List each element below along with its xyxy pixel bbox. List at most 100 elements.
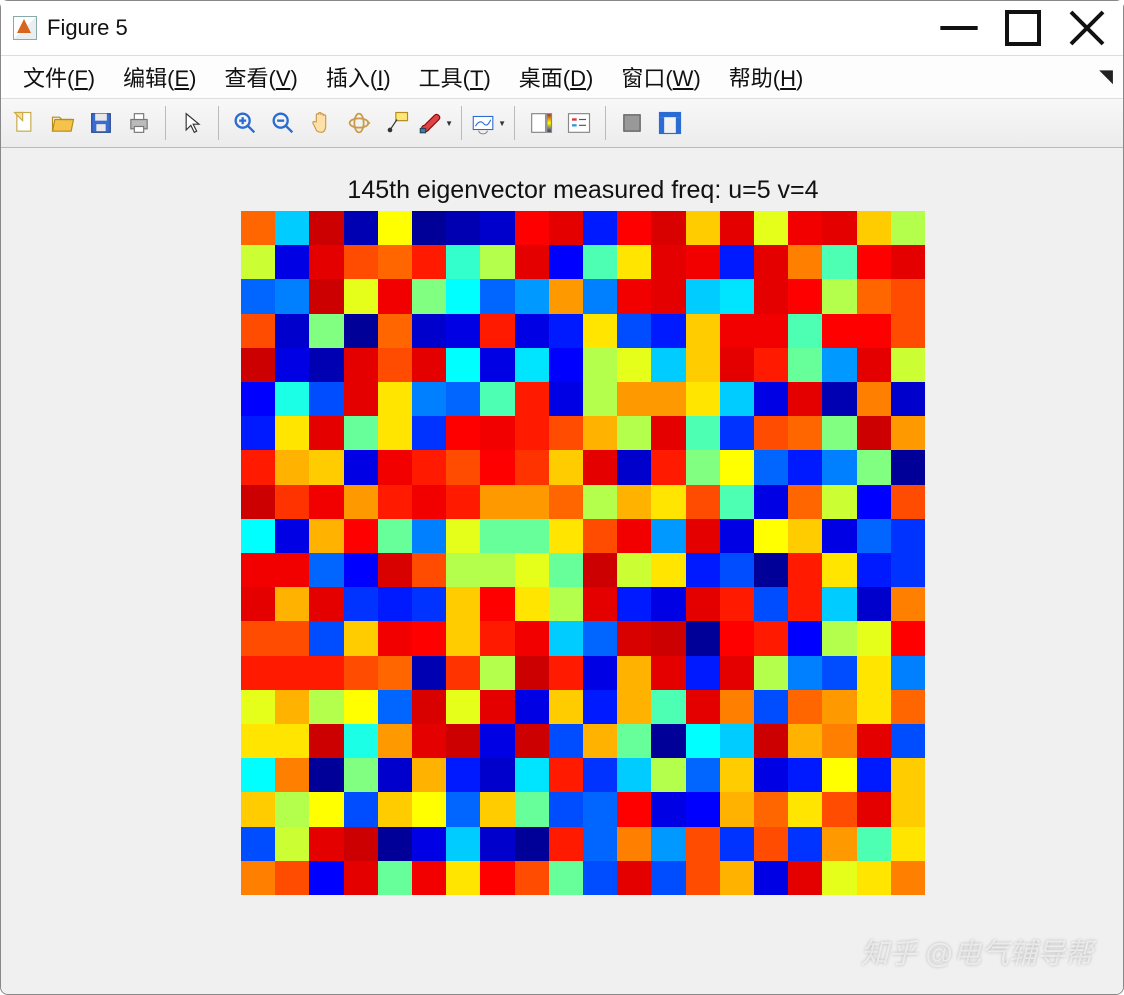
heatmap-cell	[275, 827, 309, 861]
heatmap-cell	[378, 587, 412, 621]
heatmap-cell	[378, 382, 412, 416]
heatmap-cell	[309, 279, 343, 313]
data-cursor-button[interactable]	[379, 105, 415, 141]
heatmap-cell	[651, 861, 685, 895]
heatmap-cell	[515, 485, 549, 519]
heatmap-cell	[549, 416, 583, 450]
heatmap-cell	[788, 827, 822, 861]
heatmap-cell	[344, 211, 378, 245]
heatmap-cell	[344, 724, 378, 758]
heatmap-cell	[617, 245, 651, 279]
axes-title: 145th eigenvector measured freq: u=5 v=4	[241, 176, 925, 205]
new-figure-button[interactable]	[7, 105, 43, 141]
heatmap-cell	[720, 348, 754, 382]
heatmap-cell	[241, 382, 275, 416]
heatmap-cell	[309, 348, 343, 382]
heatmap-cell	[788, 861, 822, 895]
heatmap-cell	[446, 450, 480, 484]
zoom-out-button[interactable]	[265, 105, 301, 141]
heatmap-cell	[275, 587, 309, 621]
menu-insert[interactable]: 插入(I)	[312, 57, 405, 97]
heatmap-cell	[686, 861, 720, 895]
menu-window[interactable]: 窗口(W)	[607, 57, 714, 97]
open-button[interactable]	[45, 105, 81, 141]
heatmap-cell	[549, 553, 583, 587]
toolbar-separator	[165, 106, 166, 140]
maximize-button[interactable]	[991, 4, 1055, 52]
minimize-button[interactable]	[927, 4, 991, 52]
heatmap-cell	[583, 758, 617, 792]
menu-view[interactable]: 查看(V)	[210, 57, 311, 97]
heatmap-cell	[344, 758, 378, 792]
heatmap-cell	[275, 245, 309, 279]
heatmap-cell	[549, 211, 583, 245]
heatmap-cell	[412, 690, 446, 724]
titlebar[interactable]: Figure 5	[1, 1, 1123, 55]
heatmap-cell	[754, 758, 788, 792]
pointer-button[interactable]	[174, 105, 210, 141]
heatmap-cell	[515, 519, 549, 553]
heatmap-cell	[275, 485, 309, 519]
menu-help[interactable]: 帮助(H)	[715, 57, 818, 97]
heatmap-cell	[480, 314, 514, 348]
colorbar-button[interactable]	[523, 105, 559, 141]
heatmap-cell	[617, 314, 651, 348]
heatmap-cell	[344, 621, 378, 655]
pointer-icon	[178, 109, 206, 137]
heatmap-cell	[549, 450, 583, 484]
heatmap-cell	[378, 314, 412, 348]
link-plot-button[interactable]: ▼	[470, 105, 506, 141]
heatmap-image[interactable]	[241, 211, 925, 895]
heatmap-cell	[480, 827, 514, 861]
heatmap-cell	[549, 519, 583, 553]
heatmap-cell	[275, 348, 309, 382]
heatmap-cell	[686, 656, 720, 690]
legend-button[interactable]	[561, 105, 597, 141]
heatmap-cell	[549, 690, 583, 724]
heatmap-cell	[583, 279, 617, 313]
heatmap-cell	[446, 314, 480, 348]
heatmap-cell	[344, 314, 378, 348]
brush-button[interactable]: ▼	[417, 105, 453, 141]
save-button[interactable]	[83, 105, 119, 141]
heatmap-cell	[686, 348, 720, 382]
menubar: 文件(F) 编辑(E) 查看(V) 插入(I) 工具(T) 桌面(D) 窗口(W…	[1, 55, 1123, 99]
heatmap-cell	[515, 279, 549, 313]
heatmap-cell	[583, 553, 617, 587]
heatmap-cell	[412, 416, 446, 450]
heatmap-cell	[412, 314, 446, 348]
close-button[interactable]	[1055, 4, 1119, 52]
heatmap-cell	[788, 450, 822, 484]
heatmap-cell	[617, 587, 651, 621]
heatmap-cell	[720, 416, 754, 450]
print-button[interactable]	[121, 105, 157, 141]
menu-edit[interactable]: 编辑(E)	[109, 57, 210, 97]
heatmap-cell	[651, 245, 685, 279]
dock-arrow-icon[interactable]: ◥	[1099, 66, 1113, 87]
heatmap-cell	[788, 485, 822, 519]
menu-tools[interactable]: 工具(T)	[405, 57, 505, 97]
heatmap-cell	[857, 861, 891, 895]
figure-area[interactable]: 145th eigenvector measured freq: u=5 v=4…	[1, 148, 1123, 994]
zoom-in-button[interactable]	[227, 105, 263, 141]
pan-button[interactable]	[303, 105, 339, 141]
menu-desktop[interactable]: 桌面(D)	[505, 57, 608, 97]
heatmap-cell	[241, 485, 275, 519]
axes[interactable]: 145th eigenvector measured freq: u=5 v=4	[241, 176, 925, 895]
show-plot-tools-button[interactable]	[652, 105, 688, 141]
heatmap-cell	[480, 348, 514, 382]
heatmap-cell	[857, 690, 891, 724]
heatmap-cell	[583, 382, 617, 416]
heatmap-cell	[549, 621, 583, 655]
toolbar: ▼▼	[1, 99, 1123, 148]
heatmap-cell	[480, 279, 514, 313]
heatmap-cell	[617, 758, 651, 792]
heatmap-cell	[686, 382, 720, 416]
heatmap-cell	[857, 348, 891, 382]
menu-file[interactable]: 文件(F)	[9, 57, 109, 97]
hide-plot-tools-button[interactable]	[614, 105, 650, 141]
rotate-3d-button[interactable]	[341, 105, 377, 141]
heatmap-cell	[651, 758, 685, 792]
heatmap-cell	[822, 416, 856, 450]
heatmap-cell	[275, 314, 309, 348]
